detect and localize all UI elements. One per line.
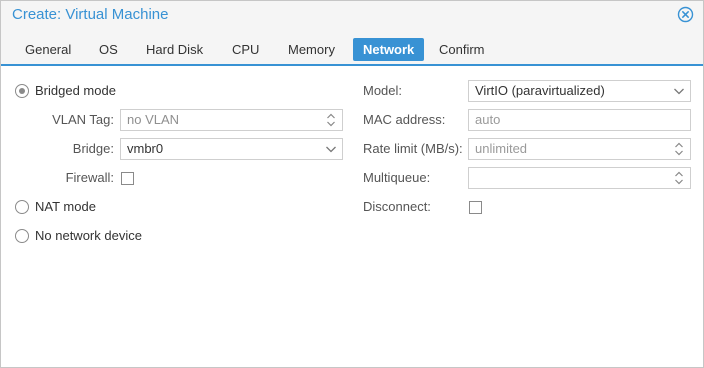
radio-button[interactable]	[15, 84, 29, 98]
close-icon[interactable]	[677, 6, 694, 23]
tab-memory[interactable]: Memory	[278, 38, 345, 61]
firewall-label: Firewall:	[65, 170, 114, 185]
disconnect-label: Disconnect:	[363, 199, 431, 214]
tab-confirm[interactable]: Confirm	[429, 38, 495, 61]
model-select[interactable]: VirtIO (paravirtualized)	[468, 80, 691, 102]
spinner-updown-icon[interactable]	[324, 110, 338, 130]
tab-bar: General OS Hard Disk CPU Memory Network …	[1, 28, 703, 66]
mac-address-value: auto	[475, 112, 501, 127]
bridge-value: vmbr0	[127, 141, 164, 156]
no-network-device-radio[interactable]: No network device	[15, 226, 142, 246]
multiqueue-input[interactable]	[468, 167, 691, 189]
mac-address-label: MAC address:	[363, 112, 446, 127]
tab-os[interactable]: OS	[89, 38, 128, 61]
no-network-device-label: No network device	[35, 228, 142, 243]
tab-network[interactable]: Network	[353, 38, 425, 61]
model-label: Model:	[363, 83, 403, 98]
create-vm-window: Create: Virtual Machine General OS Hard …	[0, 0, 704, 368]
radio-button[interactable]	[15, 200, 29, 214]
radio-button[interactable]	[15, 229, 29, 243]
title-bar: Create: Virtual Machine	[1, 1, 703, 28]
bridge-select[interactable]: vmbr0	[120, 138, 343, 160]
window-title: Create: Virtual Machine	[12, 6, 169, 23]
spinner-updown-icon[interactable]	[672, 139, 686, 159]
multiqueue-label: Multiqueue:	[363, 170, 431, 185]
vlan-tag-label: VLAN Tag:	[52, 112, 114, 127]
chevron-down-icon[interactable]	[672, 81, 686, 101]
disconnect-checkbox[interactable]	[469, 201, 482, 214]
chevron-down-icon[interactable]	[324, 139, 338, 159]
rate-limit-label: Rate limit (MB/s):	[363, 141, 463, 156]
model-value: VirtIO (paravirtualized)	[475, 83, 605, 98]
nat-mode-label: NAT mode	[35, 199, 96, 214]
nat-mode-radio[interactable]: NAT mode	[15, 197, 96, 217]
rate-limit-input[interactable]: unlimited	[468, 138, 691, 160]
bridged-mode-radio[interactable]: Bridged mode	[15, 81, 116, 101]
bridged-mode-label: Bridged mode	[35, 83, 116, 98]
tab-hard-disk[interactable]: Hard Disk	[136, 38, 213, 61]
tab-general[interactable]: General	[15, 38, 81, 61]
bridge-label: Bridge:	[72, 141, 114, 156]
vlan-tag-input[interactable]: no VLAN	[120, 109, 343, 131]
firewall-checkbox[interactable]	[121, 172, 134, 185]
mac-address-input[interactable]: auto	[468, 109, 691, 131]
rate-limit-value: unlimited	[475, 141, 528, 156]
spinner-updown-icon[interactable]	[672, 168, 686, 188]
vlan-tag-placeholder: no VLAN	[127, 112, 180, 127]
network-panel: Bridged mode VLAN Tag: no VLAN Bridge: v…	[1, 67, 703, 367]
tab-cpu[interactable]: CPU	[222, 38, 269, 61]
